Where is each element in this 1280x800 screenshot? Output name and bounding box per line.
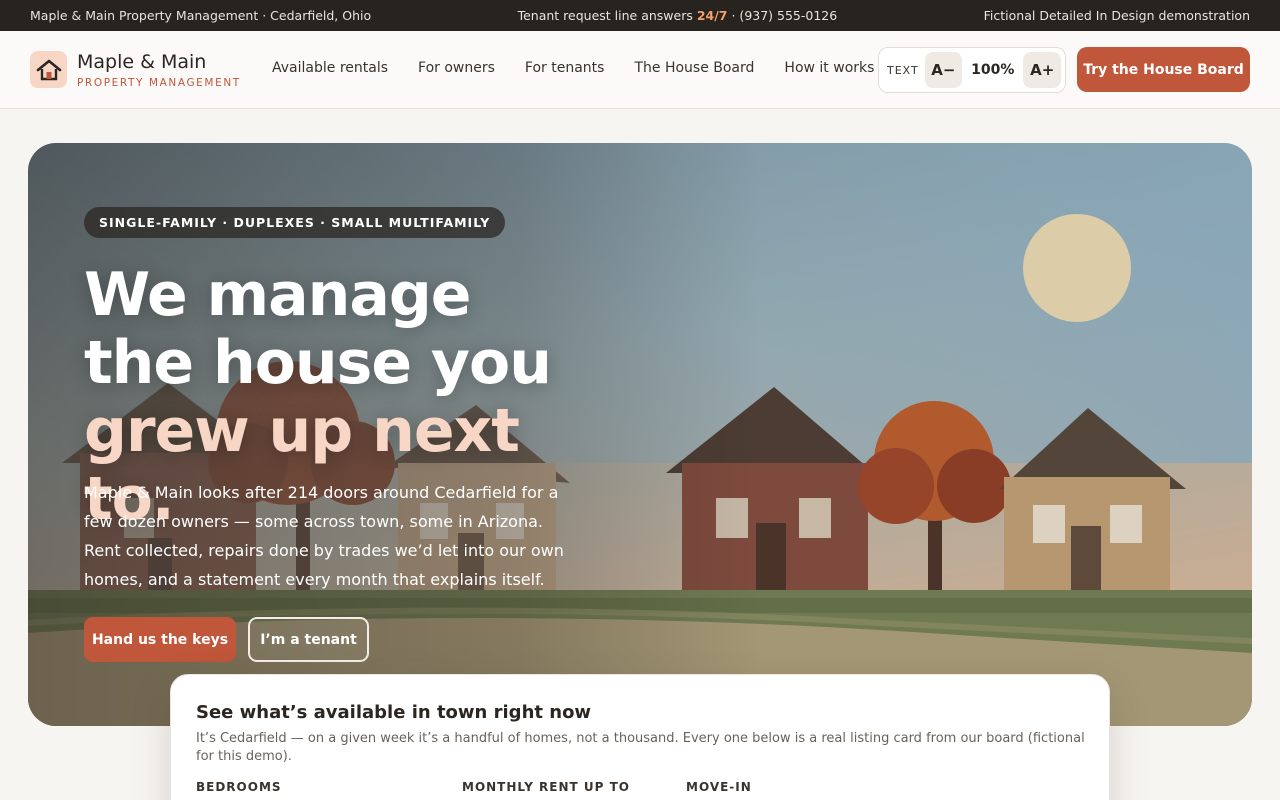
bedrooms-label: BEDROOMS xyxy=(196,780,282,794)
text-size-label: TEXT xyxy=(887,63,919,77)
property-types-badge: SINGLE-FAMILY · DUPLEXES · SMALL MULTIFA… xyxy=(84,207,506,238)
house-icon xyxy=(36,59,61,80)
text-size-value: 100% xyxy=(971,62,1015,78)
im-a-tenant-button[interactable]: I’m a tenant xyxy=(248,617,369,662)
nav-how-it-works[interactable]: How it works xyxy=(784,60,874,76)
top-info-bar: Maple & Main Property Management · Cedar… xyxy=(0,0,1280,31)
nav-for-owners[interactable]: For owners xyxy=(418,60,495,76)
brand-logo[interactable] xyxy=(30,51,67,88)
brand-name[interactable]: Maple & Main xyxy=(77,51,206,73)
rent-limit-label: MONTHLY RENT UP TO xyxy=(462,780,631,794)
availability-search-card: See what’s available in town right now I… xyxy=(170,674,1110,800)
move-in-label: MOVE-IN xyxy=(686,780,752,794)
search-card-title: See what’s available in town right now xyxy=(196,702,592,723)
tenant-request-line: Tenant request line answers 24/7 · (937)… xyxy=(517,8,838,23)
search-card-description: It’s Cedarfield — on a given week it’s a… xyxy=(196,731,1085,764)
company-location: Maple & Main Property Management · Cedar… xyxy=(30,8,372,23)
nav-available-rentals[interactable]: Available rentals xyxy=(272,60,388,76)
text-size-control: TEXT A− 100% A+ xyxy=(878,47,1066,93)
main-nav: Available rentals For owners For tenants… xyxy=(272,60,874,76)
hand-us-keys-button[interactable]: Hand us the keys xyxy=(84,617,236,662)
text-decrease-button[interactable]: A− xyxy=(924,52,963,88)
hero-description: Maple & Main looks after 214 doors aroun… xyxy=(84,483,564,589)
site-header: Maple & Main PROPERTY MANAGEMENT Availab… xyxy=(0,31,1280,109)
text-increase-button[interactable]: A+ xyxy=(1023,52,1061,88)
availability-highlight: 24/7 xyxy=(696,8,728,23)
try-house-board-button[interactable]: Try the House Board xyxy=(1077,47,1250,92)
demo-notice: Fictional Detailed In Design demonstrati… xyxy=(983,8,1250,23)
nav-house-board[interactable]: The House Board xyxy=(634,60,754,76)
nav-for-tenants[interactable]: For tenants xyxy=(525,60,605,76)
hero-banner: SINGLE-FAMILY · DUPLEXES · SMALL MULTIFA… xyxy=(28,143,1252,726)
brand-tagline: PROPERTY MANAGEMENT xyxy=(77,77,241,89)
